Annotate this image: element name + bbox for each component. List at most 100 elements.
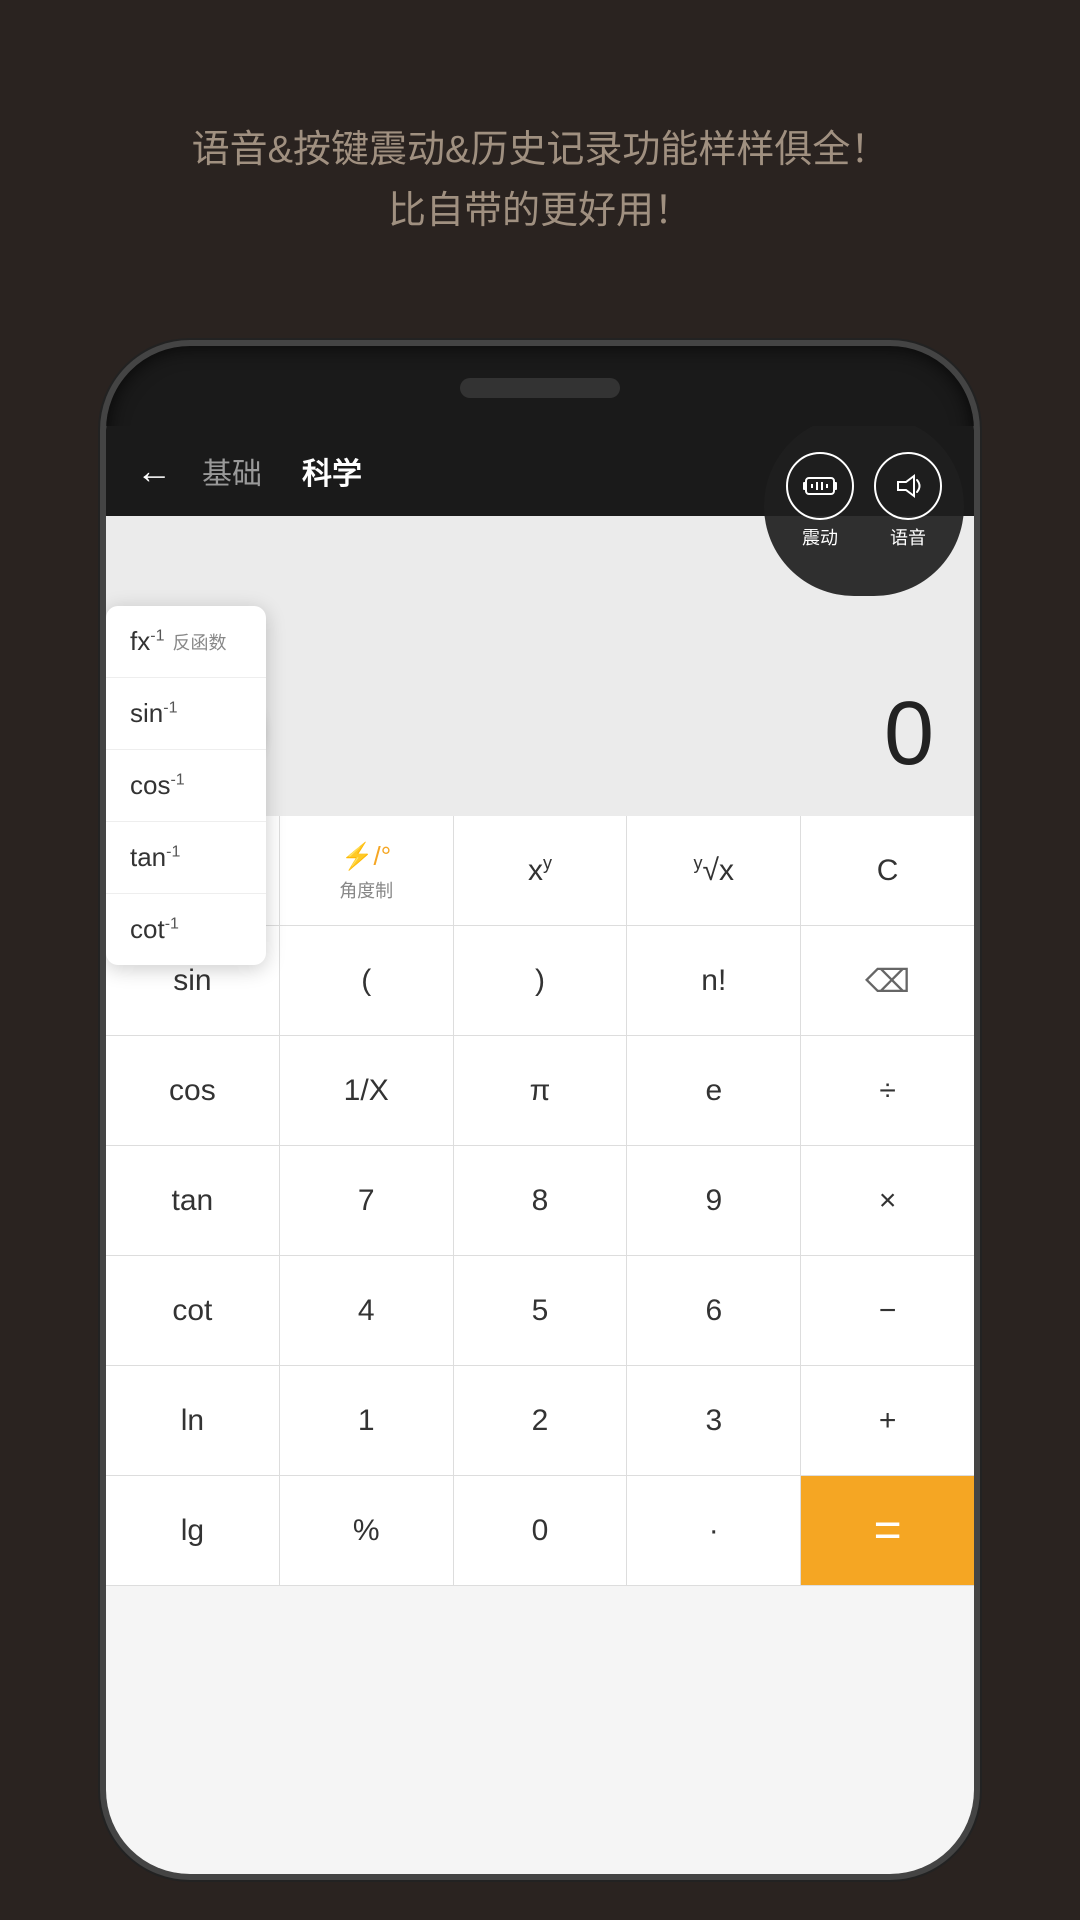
voice-control[interactable]: 语音	[874, 452, 942, 550]
key-x_-0-2[interactable]: xy	[454, 816, 628, 925]
key-main-5-3: 3	[705, 1404, 722, 1438]
key-_-4-4[interactable]: −	[801, 1256, 974, 1365]
key-row-6: lg% 0 · =	[106, 1476, 974, 1586]
key-main-3-2: 8	[532, 1184, 549, 1218]
promo-section: 语音&按键震动&历史记录功能样样俱全！ 比自带的更好用！	[0, 0, 1080, 302]
phone-frame: ← 基础 科学	[100, 340, 980, 1880]
key-main-1-4: ⌫	[865, 962, 910, 1000]
key-row-5: ln 1 2 3 +	[106, 1366, 974, 1476]
key-1-5-1[interactable]: 1	[280, 1366, 454, 1475]
key-0-6-2[interactable]: 0	[454, 1476, 628, 1585]
key-main-0-4: C	[877, 854, 899, 888]
key-main-1-1: (	[361, 964, 371, 998]
display-value: 0	[884, 683, 934, 786]
key-3-5-3[interactable]: 3	[627, 1366, 801, 1475]
nav-tabs: 基础 科学	[202, 449, 362, 493]
key-main-0-3: y√x	[694, 853, 734, 888]
floating-controls: 震动 语音	[764, 426, 964, 596]
key-main-2-2: π	[530, 1074, 551, 1108]
tab-basic[interactable]: 基础	[202, 449, 262, 493]
floating-buttons-row: 震动 语音	[786, 452, 942, 550]
key-main-1-0: sin	[173, 964, 211, 998]
key-_-2-2[interactable]: π	[454, 1036, 628, 1145]
key-main-4-3: 6	[705, 1294, 722, 1328]
vibrate-label: 震动	[802, 524, 838, 550]
key-main-4-4: −	[879, 1294, 897, 1328]
key-_-1-4[interactable]: ⌫	[801, 926, 974, 1035]
key-main-2-3: e	[705, 1074, 722, 1108]
key-C-0-4[interactable]: C	[801, 816, 974, 925]
popup-item-2[interactable]: cos-1	[106, 750, 266, 822]
promo-line1: 语音&按键震动&历史记录功能样样俱全！	[80, 120, 1000, 181]
key-2-5-2[interactable]: 2	[454, 1366, 628, 1475]
key-row-4: cot 4 5 6 −	[106, 1256, 974, 1366]
key-main-4-2: 5	[532, 1294, 549, 1328]
key-_-6-4[interactable]: =	[801, 1476, 974, 1585]
key-9-3-3[interactable]: 9	[627, 1146, 801, 1255]
key-main-3-4: ×	[879, 1184, 897, 1218]
phone-screen: ← 基础 科学	[106, 426, 974, 1874]
key-_-2-4[interactable]: ÷	[801, 1036, 974, 1145]
key-ln-5-0[interactable]: ln	[106, 1366, 280, 1475]
back-button[interactable]: ←	[136, 450, 172, 492]
key-5-4-2[interactable]: 5	[454, 1256, 628, 1365]
key-_-1-2[interactable]: )	[454, 926, 628, 1035]
power-button[interactable]	[974, 586, 980, 666]
popup-menu: fx-1反函数sin-1cos-1tan-1cot-1	[106, 606, 266, 965]
key-lg-6-0[interactable]: lg	[106, 1476, 280, 1585]
key-_-6-1[interactable]: %	[280, 1476, 454, 1585]
key-_-1-1[interactable]: (	[280, 926, 454, 1035]
popup-item-1[interactable]: sin-1	[106, 678, 266, 750]
key-___-0-1[interactable]: ⚡/° 角度制	[280, 816, 454, 925]
key-main-1-3: n!	[701, 964, 726, 998]
key-sub-0-1: 角度制	[339, 877, 393, 903]
voice-label: 语音	[890, 524, 926, 550]
tab-science[interactable]: 科学	[302, 449, 362, 493]
key-main-2-1: 1/X	[344, 1074, 389, 1108]
key-8-3-2[interactable]: 8	[454, 1146, 628, 1255]
key-main-5-4: +	[879, 1404, 897, 1438]
key-_-3-4[interactable]: ×	[801, 1146, 974, 1255]
key-e-2-3[interactable]: e	[627, 1036, 801, 1145]
vibrate-control[interactable]: 震动	[786, 452, 854, 550]
promo-line2: 比自带的更好用！	[80, 181, 1000, 242]
header-bar: ← 基础 科学	[106, 426, 974, 516]
key-main-6-0: lg	[181, 1514, 204, 1548]
key-main-4-1: 4	[358, 1294, 375, 1328]
phone-speaker	[460, 378, 620, 398]
key-main-3-0: tan	[172, 1184, 214, 1218]
key-n_-1-3[interactable]: n!	[627, 926, 801, 1035]
key-main-3-1: 7	[358, 1184, 375, 1218]
key-6-4-3[interactable]: 6	[627, 1256, 801, 1365]
key-_-6-3[interactable]: ·	[627, 1476, 801, 1585]
key-main-0-2: xy	[528, 853, 552, 888]
key-main-6-4: =	[874, 1503, 902, 1558]
key-row-3: tan 7 8 9 ×	[106, 1146, 974, 1256]
key-main-2-4: ÷	[879, 1074, 895, 1108]
key-main-6-1: %	[353, 1514, 380, 1548]
voice-icon	[874, 452, 942, 520]
key-1_X-2-1[interactable]: 1/X	[280, 1036, 454, 1145]
key-main-5-1: 1	[358, 1404, 375, 1438]
key-__x-0-3[interactable]: y√x	[627, 816, 801, 925]
popup-item-4[interactable]: cot-1	[106, 894, 266, 965]
key-cot-4-0[interactable]: cot	[106, 1256, 280, 1365]
popup-item-0[interactable]: fx-1反函数	[106, 606, 266, 678]
key-main-6-2: 0	[532, 1514, 549, 1548]
key-main-0-1: ⚡/°	[341, 839, 391, 873]
key-main-6-3: ·	[709, 1514, 719, 1548]
popup-item-3[interactable]: tan-1	[106, 822, 266, 894]
key-main-2-0: cos	[169, 1074, 216, 1108]
key-main-5-0: ln	[181, 1404, 204, 1438]
key-main-1-2: )	[535, 964, 545, 998]
key-_-5-4[interactable]: +	[801, 1366, 974, 1475]
key-row-2: cos 1/X π e ÷	[106, 1036, 974, 1146]
key-main-5-2: 2	[532, 1404, 549, 1438]
key-4-4-1[interactable]: 4	[280, 1256, 454, 1365]
vibrate-icon	[786, 452, 854, 520]
key-main-3-3: 9	[705, 1184, 722, 1218]
key-tan-3-0[interactable]: tan	[106, 1146, 280, 1255]
key-main-4-0: cot	[172, 1294, 212, 1328]
key-7-3-1[interactable]: 7	[280, 1146, 454, 1255]
key-cos-2-0[interactable]: cos	[106, 1036, 280, 1145]
